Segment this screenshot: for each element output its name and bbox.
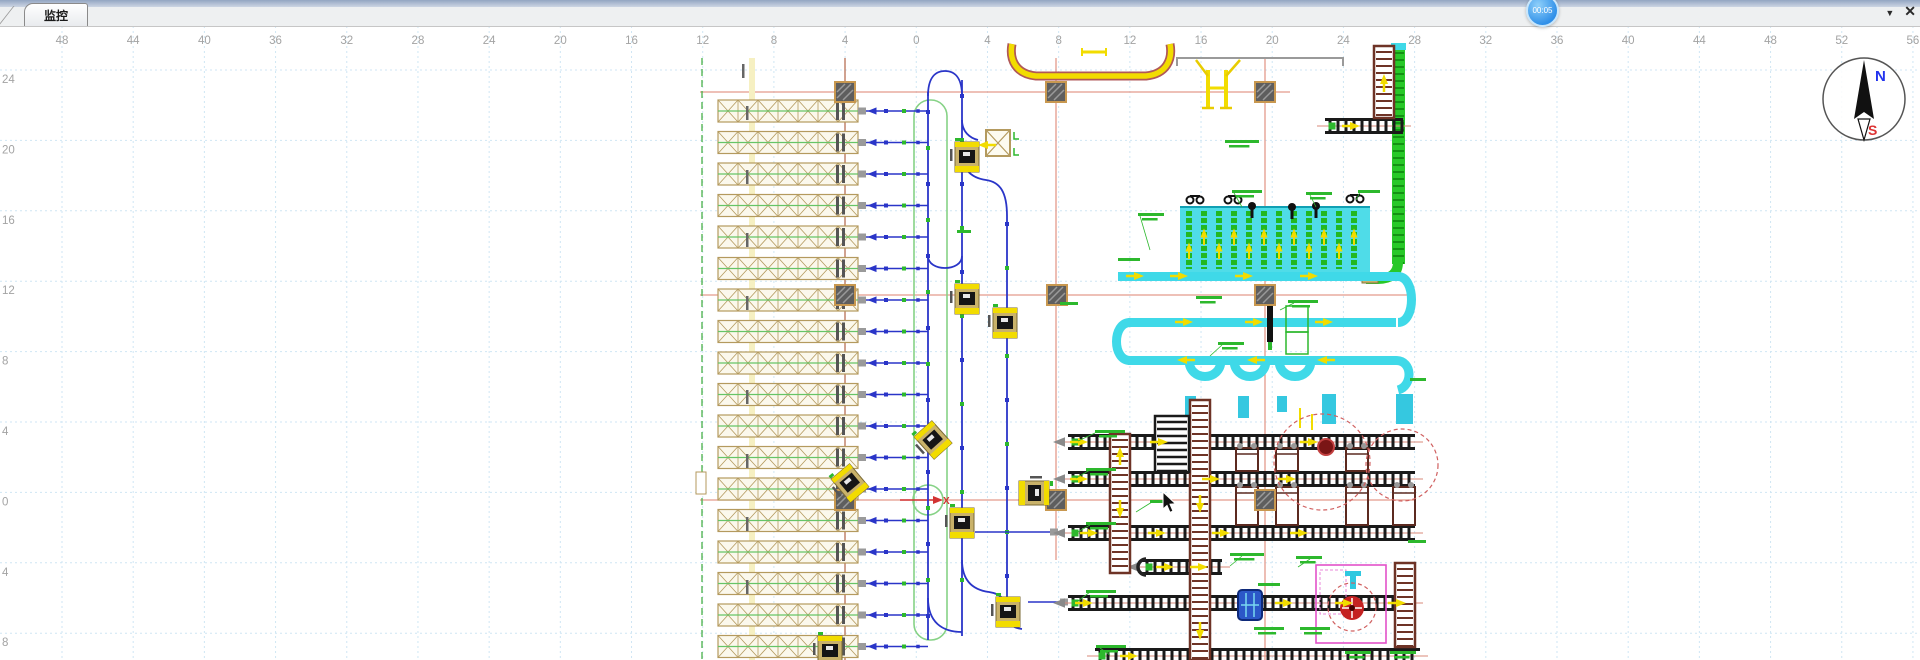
svg-text:56: 56 [1907, 35, 1920, 47]
svg-text:8: 8 [1055, 35, 1061, 47]
tab-bar: 监控 ▼ ✕ [0, 0, 1920, 27]
svg-text:0: 0 [913, 35, 919, 47]
svg-text:8: 8 [2, 637, 8, 649]
svg-text:28: 28 [1408, 35, 1421, 47]
svg-text:32: 32 [340, 35, 353, 47]
svg-text:40: 40 [1622, 35, 1635, 47]
svg-text:8: 8 [2, 356, 8, 368]
svg-text:28: 28 [412, 35, 425, 47]
svg-text:36: 36 [269, 35, 282, 47]
svg-text:8: 8 [771, 35, 777, 47]
svg-text:12: 12 [1123, 35, 1136, 47]
svg-text:S: S [1868, 122, 1877, 138]
svg-text:20: 20 [554, 35, 567, 47]
application-window: 4844403632282420161284048121620242832364… [0, 0, 1920, 660]
svg-text:4: 4 [2, 567, 9, 579]
sorter-lane-bank [1180, 195, 1370, 273]
svg-text:32: 32 [1479, 35, 1492, 47]
close-button[interactable]: ✕ [1904, 3, 1916, 20]
tab-monitor-label: 监控 [44, 7, 68, 24]
svg-text:X: X [943, 496, 950, 507]
svg-text:4: 4 [984, 35, 991, 47]
plant-layout-canvas[interactable]: 4844403632282420161284048121620242832364… [0, 0, 1920, 660]
svg-text:24: 24 [1337, 35, 1350, 47]
svg-text:40: 40 [198, 35, 211, 47]
svg-text:52: 52 [1835, 35, 1848, 47]
svg-text:24: 24 [2, 74, 15, 86]
svg-text:N: N [1875, 68, 1886, 85]
svg-text:4: 4 [2, 426, 9, 438]
svg-text:48: 48 [56, 35, 69, 47]
svg-text:4: 4 [842, 35, 849, 47]
svg-text:0: 0 [2, 496, 8, 508]
svg-text:16: 16 [625, 35, 638, 47]
svg-text:48: 48 [1764, 35, 1777, 47]
svg-text:16: 16 [2, 215, 15, 227]
compass-rose: NS [1823, 58, 1905, 140]
svg-text:44: 44 [1693, 35, 1706, 47]
svg-text:36: 36 [1551, 35, 1564, 47]
dropdown-button[interactable]: ▼ [1885, 6, 1894, 18]
svg-text:24: 24 [483, 35, 496, 47]
window-top-strip [0, 0, 1920, 7]
tab-monitor[interactable]: 监控 [24, 3, 88, 26]
svg-text:20: 20 [1266, 35, 1279, 47]
svg-text:12: 12 [696, 35, 709, 47]
svg-text:20: 20 [2, 144, 15, 156]
window-controls: ▼ ✕ [1885, 3, 1916, 20]
svg-text:44: 44 [127, 35, 140, 47]
svg-text:16: 16 [1195, 35, 1208, 47]
svg-text:12: 12 [2, 285, 15, 297]
